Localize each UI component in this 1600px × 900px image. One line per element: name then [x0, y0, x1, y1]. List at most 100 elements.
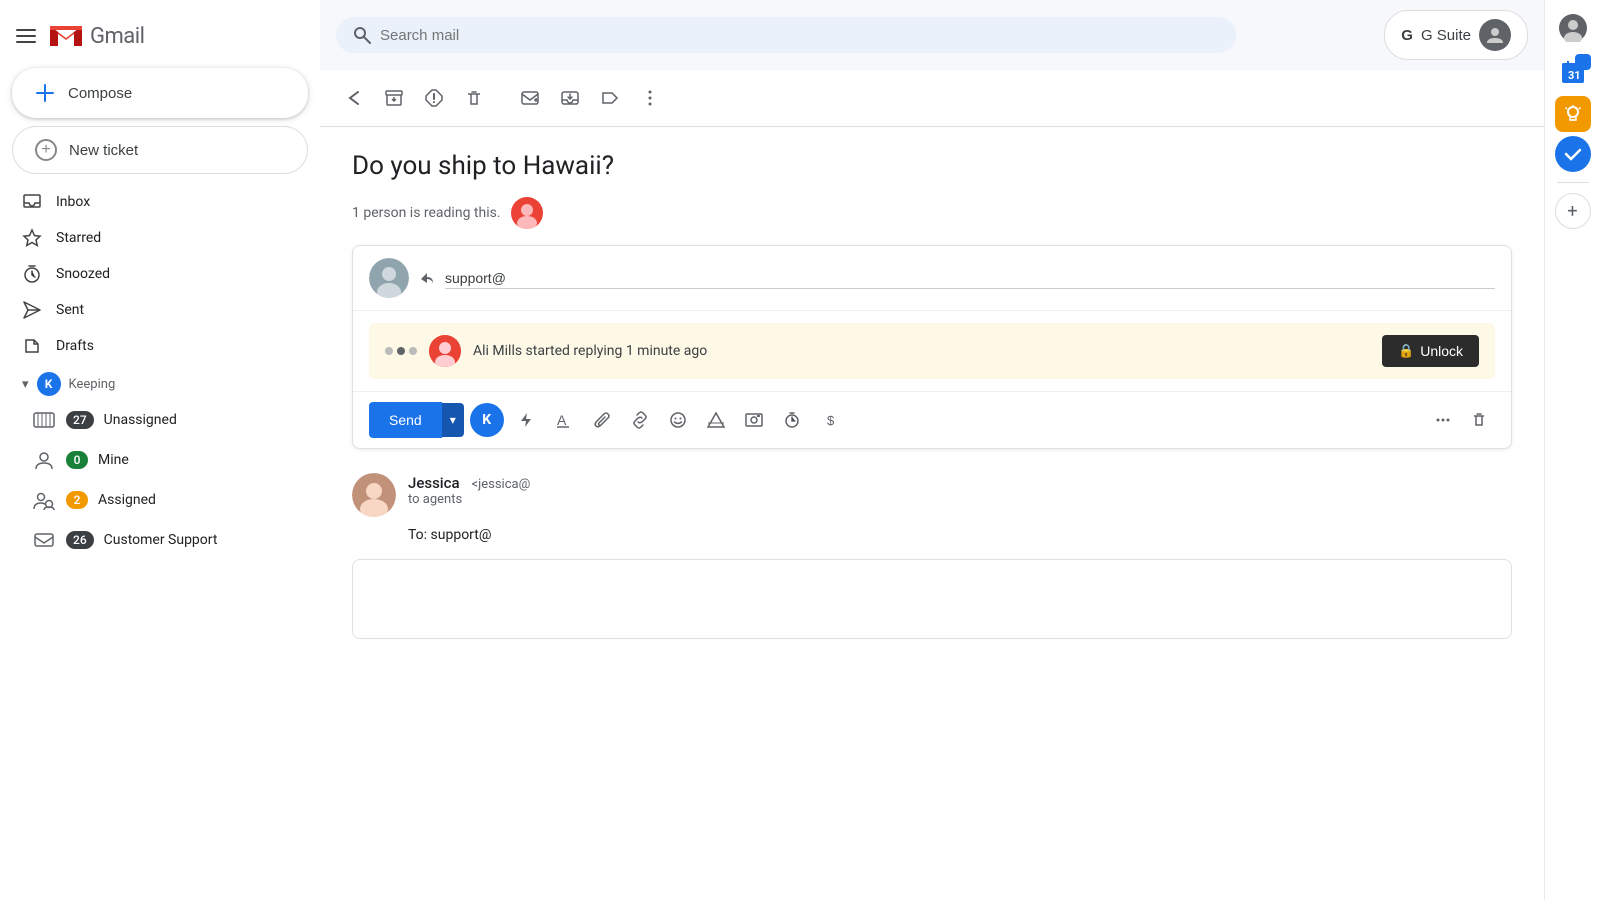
customer-support-icon	[32, 528, 56, 552]
right-sidebar: 31 +	[1544, 0, 1600, 900]
calendar-icon[interactable]: 31	[1553, 52, 1593, 92]
bulb-icon[interactable]	[1555, 96, 1591, 132]
drive-button[interactable]	[700, 404, 732, 436]
sidebar-item-assigned[interactable]: 2 Assigned	[0, 480, 320, 520]
message-body: To: support@	[352, 527, 1512, 543]
sender-name: Jessica	[408, 474, 460, 492]
sidebar: Gmail Compose + New ticket Inbox Starred…	[0, 0, 320, 900]
search-bar	[336, 17, 1236, 53]
message-body-line1: To: support@	[408, 527, 1456, 543]
gmail-m-icon	[48, 22, 84, 50]
sent-label: Sent	[56, 302, 286, 318]
spam-button[interactable]	[416, 80, 452, 116]
sidebar-item-snoozed[interactable]: Snoozed	[0, 256, 304, 292]
typing-dots	[385, 347, 417, 355]
flash-button[interactable]	[510, 404, 542, 436]
archive-button[interactable]	[376, 80, 412, 116]
hamburger-menu[interactable]	[16, 29, 36, 43]
svg-text:$: $	[827, 413, 835, 428]
delete-button[interactable]	[456, 80, 492, 116]
dollar-button[interactable]: $	[814, 404, 846, 436]
snoozed-label: Snoozed	[56, 266, 286, 282]
g-suite-logo: G	[1401, 27, 1413, 44]
inbox-label: Inbox	[56, 194, 286, 210]
discard-button[interactable]	[1463, 404, 1495, 436]
compose-toolbar: Send ▾ K A	[353, 391, 1511, 448]
reply-to-input[interactable]	[445, 268, 1495, 289]
send-button[interactable]: Send	[369, 402, 442, 438]
send-caret-button[interactable]: ▾	[442, 403, 464, 437]
reading-bar: 1 person is reading this.	[352, 197, 1512, 229]
message-container: Jessica <jessica@ to agents To: support@	[352, 473, 1512, 543]
sender-email: <jessica@	[472, 477, 531, 492]
new-ticket-label: New ticket	[69, 142, 138, 159]
new-ticket-button[interactable]: + New ticket	[12, 126, 308, 174]
move-to-inbox-button[interactable]	[552, 80, 588, 116]
dot-3	[409, 347, 417, 355]
attach-button[interactable]	[586, 404, 618, 436]
main-area: G G Suite	[320, 0, 1544, 900]
back-button[interactable]	[336, 80, 372, 116]
compose-right-actions	[1427, 404, 1495, 436]
mine-badge: 0	[66, 451, 88, 469]
sidebar-item-starred[interactable]: Starred	[0, 220, 304, 256]
sidebar-item-unassigned[interactable]: 27 Unassigned	[0, 400, 320, 440]
dot-1	[385, 347, 393, 355]
dot-2	[397, 347, 405, 355]
drafts-label: Drafts	[56, 338, 286, 354]
sidebar-item-customer-support[interactable]: 26 Customer Support	[0, 520, 320, 560]
right-sidebar-divider	[1557, 182, 1589, 183]
sent-icon	[22, 300, 42, 320]
add-plugin-button[interactable]: +	[1555, 193, 1591, 229]
checkmark-icon[interactable]	[1555, 136, 1591, 172]
inbox-icon	[22, 192, 42, 212]
compose-button[interactable]: Compose	[12, 68, 308, 118]
more-compose-options[interactable]	[1427, 404, 1459, 436]
gmail-text-label: Gmail	[90, 24, 144, 49]
photo-button[interactable]	[738, 404, 770, 436]
message-header[interactable]: Jessica <jessica@ to agents	[352, 473, 1512, 517]
sender-to: to agents	[408, 492, 1512, 507]
send-button-group: Send ▾	[369, 402, 464, 438]
unlock-text: Ali Mills started replying 1 minute ago	[473, 343, 1370, 359]
email-content: Do you ship to Hawaii? 1 person is readi…	[320, 127, 1544, 900]
sidebar-item-drafts[interactable]: Drafts	[0, 328, 304, 364]
search-input[interactable]	[380, 27, 1220, 44]
keeping-caret: ▾	[22, 377, 29, 392]
starred-label: Starred	[56, 230, 286, 246]
gsuite-button[interactable]: G G Suite	[1384, 10, 1528, 60]
assigned-label: Assigned	[98, 492, 156, 508]
timer-button[interactable]	[776, 404, 808, 436]
right-avatar-icon[interactable]	[1553, 8, 1593, 48]
snoozed-icon	[22, 264, 42, 284]
jessica-avatar	[352, 473, 396, 517]
reply-header	[353, 246, 1511, 311]
user-avatar	[1479, 19, 1511, 51]
emoji-button[interactable]	[662, 404, 694, 436]
assigned-badge: 2	[66, 491, 88, 509]
compose-label: Compose	[68, 85, 132, 102]
unlock-button[interactable]: 🔒 Unlock	[1382, 335, 1479, 367]
svg-text:A: A	[557, 412, 567, 428]
sidebar-item-inbox[interactable]: Inbox	[0, 184, 304, 220]
sidebar-item-mine[interactable]: 0 Mine	[0, 440, 320, 480]
mine-icon	[32, 448, 56, 472]
gsuite-label: G Suite	[1421, 27, 1471, 44]
link-button[interactable]	[624, 404, 656, 436]
lock-icon: 🔒	[1398, 343, 1414, 359]
unlock-label: Unlock	[1420, 343, 1463, 359]
sidebar-header: Gmail	[0, 8, 320, 60]
message-sender-info: Jessica <jessica@ to agents	[408, 473, 1512, 507]
mark-unread-button[interactable]	[512, 80, 548, 116]
reading-text: 1 person is reading this.	[352, 205, 501, 221]
format-button[interactable]: A	[548, 404, 580, 436]
unassigned-label: Unassigned	[104, 412, 177, 428]
calendar-badge	[1575, 54, 1591, 70]
keeping-send-button[interactable]: K	[470, 403, 504, 437]
customer-support-label: Customer Support	[104, 532, 218, 548]
collapsed-message-area	[352, 559, 1512, 639]
sidebar-item-sent[interactable]: Sent	[0, 292, 304, 328]
label-button[interactable]	[592, 80, 628, 116]
more-actions-button[interactable]	[632, 80, 668, 116]
keeping-section-header[interactable]: ▾ K Keeping	[0, 364, 320, 400]
